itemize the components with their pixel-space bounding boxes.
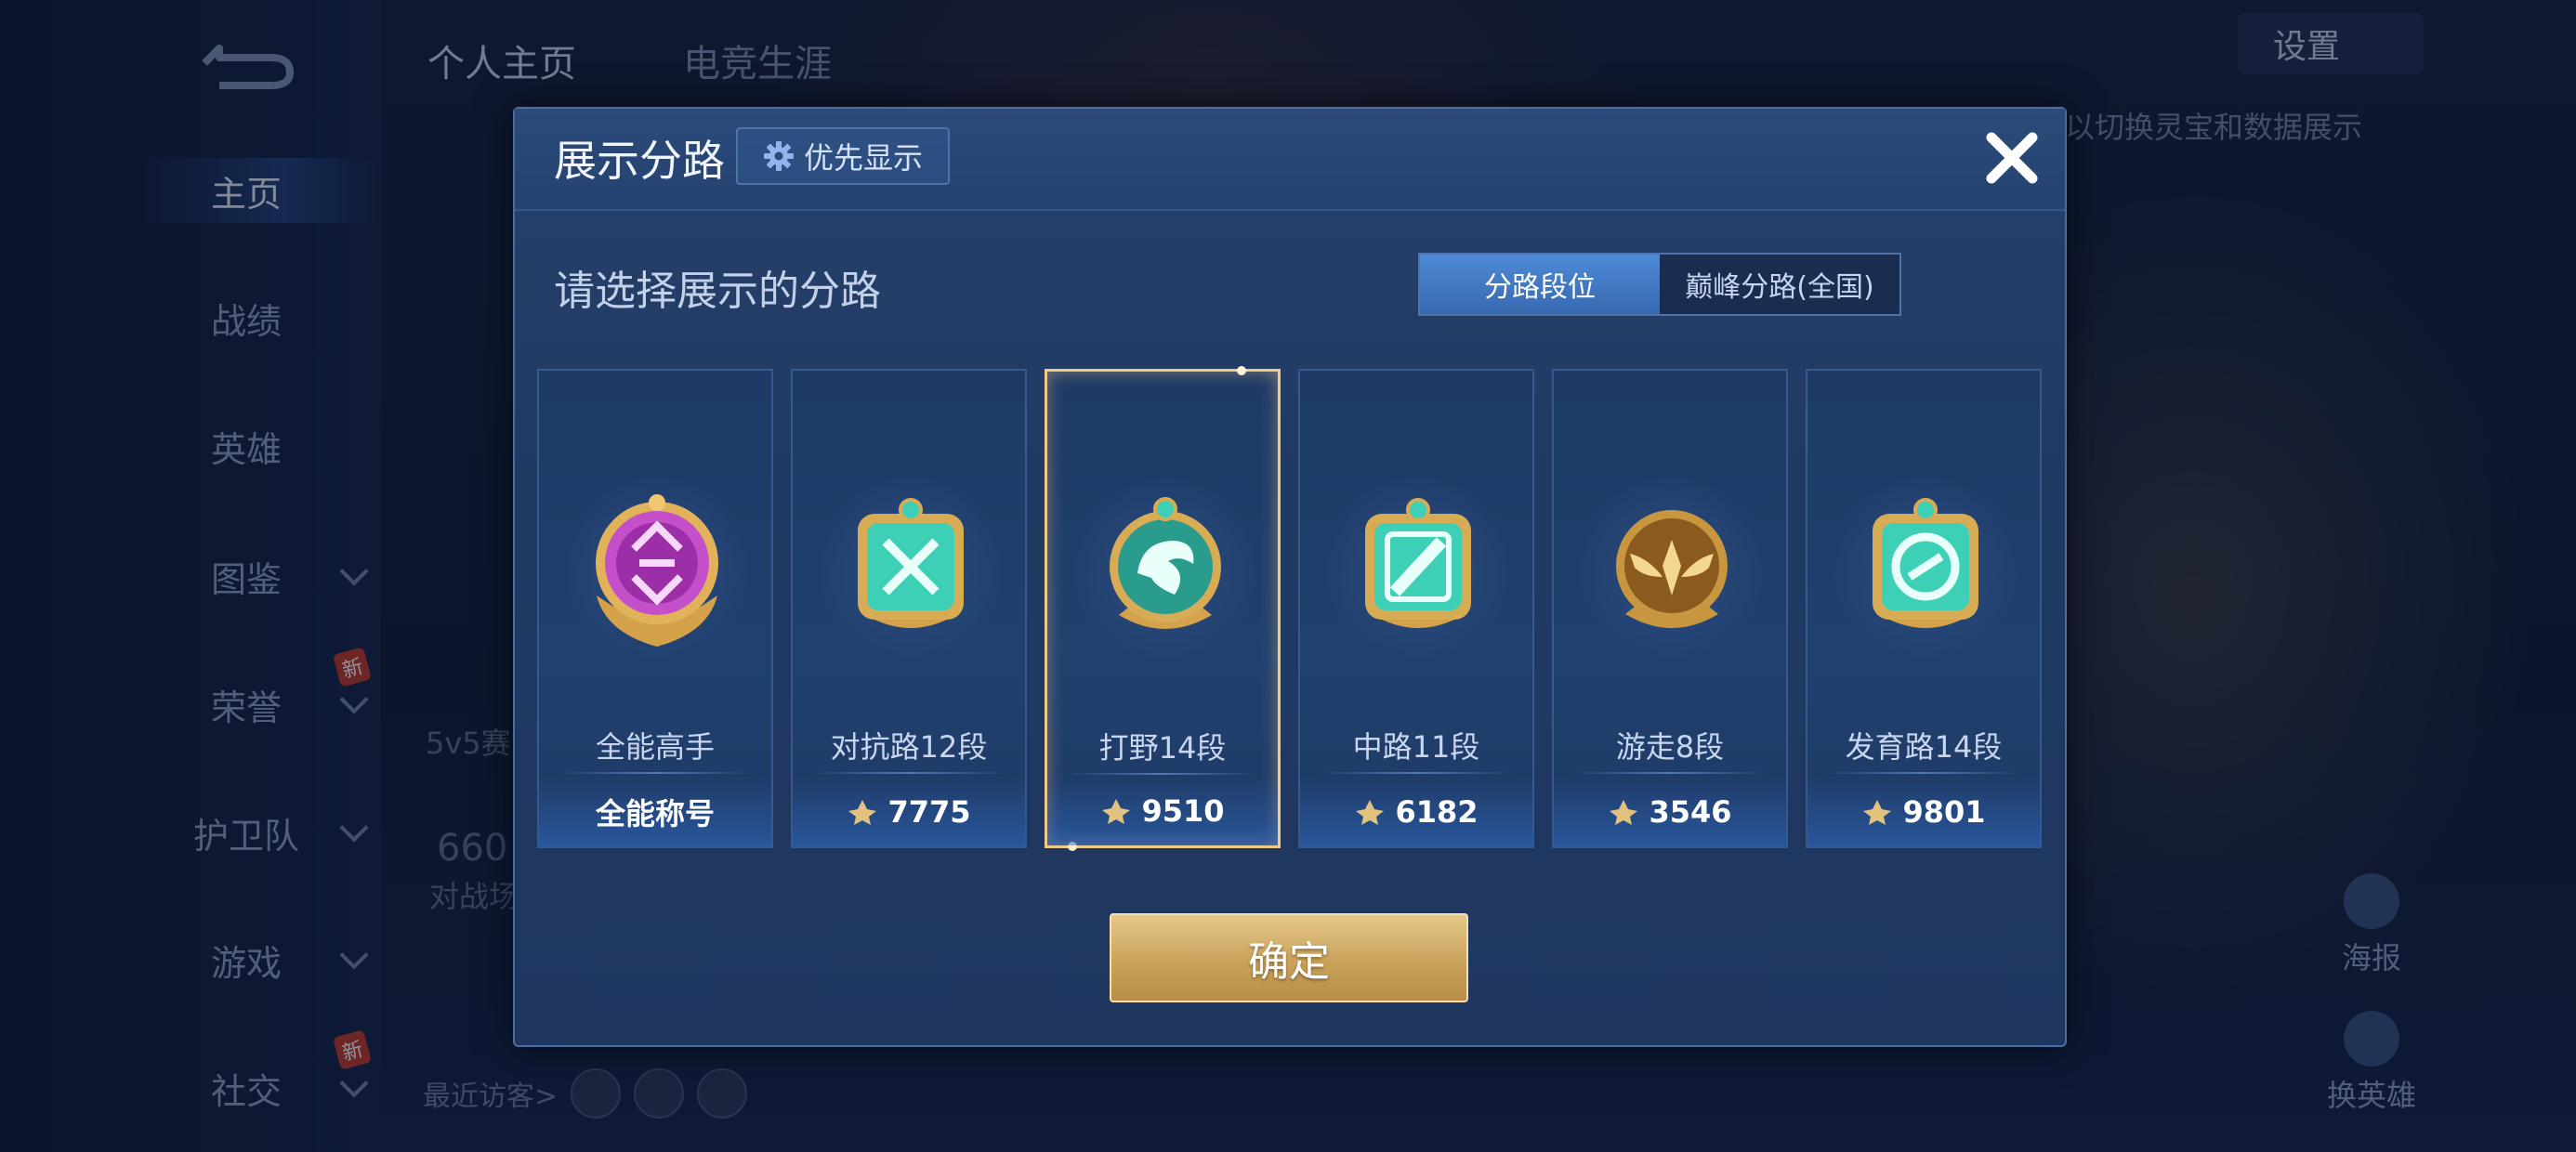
lane-card-list: 全能高手 全能称号 对抗路12段 7775 打野14段 9510 中路11段 6… xyxy=(537,366,2043,852)
lane-card-all-round[interactable]: 全能高手 全能称号 xyxy=(537,369,773,848)
priority-display-button[interactable]: 优先显示 xyxy=(736,127,950,185)
display-mode-tabs: 分路段位 巅峰分路(全国) xyxy=(1418,253,1901,316)
lane-card-value: 3546 xyxy=(1649,794,1732,830)
roam-badge-icon xyxy=(1579,475,1765,661)
lane-card-clash[interactable]: 对抗路12段 7775 xyxy=(791,369,1027,848)
mid-lane-badge-icon xyxy=(1325,475,1511,661)
farm-lane-badge-icon xyxy=(1833,475,2018,661)
lane-card-roam[interactable]: 游走8段 3546 xyxy=(1552,369,1788,848)
lane-card-jungle[interactable]: 打野14段 9510 xyxy=(1045,366,1281,851)
divider xyxy=(1066,773,1259,775)
jungle-badge-icon xyxy=(1072,476,1258,661)
divider xyxy=(1826,772,2021,774)
close-icon xyxy=(1986,132,2038,184)
points-icon xyxy=(848,800,877,825)
lane-card-footer: 全能称号 xyxy=(539,778,771,846)
close-button[interactable] xyxy=(1976,122,2048,194)
lane-card-name: 对抗路12段 xyxy=(830,729,988,765)
dialog-header: 展示分路 优先显示 xyxy=(515,109,2065,211)
points-icon xyxy=(1102,799,1131,824)
lane-card-footer: 7775 xyxy=(793,778,1025,846)
divider xyxy=(1572,772,1768,774)
lane-card-name: 中路11段 xyxy=(1352,729,1480,765)
lane-card-value: 9510 xyxy=(1141,793,1225,829)
clash-lane-badge-icon xyxy=(818,475,1004,661)
lane-card-name: 发育路14段 xyxy=(1845,729,2003,765)
lane-card-mid[interactable]: 中路11段 6182 xyxy=(1298,369,1534,848)
tab-lane-rank[interactable]: 分路段位 xyxy=(1420,255,1660,314)
all-round-badge-icon xyxy=(564,475,750,661)
tab-peak-lane-national[interactable]: 巅峰分路(全国) xyxy=(1660,255,1899,314)
points-icon xyxy=(1356,800,1385,825)
lane-card-name: 游走8段 xyxy=(1615,729,1725,765)
lane-card-farm[interactable]: 发育路14段 9801 xyxy=(1806,369,2042,848)
lane-card-footer: 9510 xyxy=(1047,777,1278,845)
points-icon xyxy=(1610,800,1638,825)
lane-card-footer: 3546 xyxy=(1554,778,1786,846)
divider xyxy=(558,772,753,774)
confirm-label: 确定 xyxy=(1248,938,1330,986)
confirm-button[interactable]: 确定 xyxy=(1110,913,1468,1002)
lane-card-footer: 9801 xyxy=(1807,778,2040,846)
lane-card-value: 9801 xyxy=(1902,794,1986,830)
points-icon xyxy=(1863,800,1892,825)
lane-display-dialog: 展示分路 优先显示 请选择展示的分路 分路段位 巅峰分路(全国) 全能高手 全能… xyxy=(513,107,2067,1047)
lane-card-value: 全能称号 xyxy=(595,796,715,831)
divider xyxy=(811,772,1006,774)
lane-card-value: 7775 xyxy=(887,794,971,830)
lane-card-name: 打野14段 xyxy=(1098,730,1227,766)
lane-card-name: 全能高手 xyxy=(595,729,715,765)
priority-display-label: 优先显示 xyxy=(803,140,923,176)
dialog-subtitle: 请选择展示的分路 xyxy=(554,268,881,315)
divider xyxy=(1319,772,1514,774)
gear-icon xyxy=(763,141,794,171)
lane-card-value: 6182 xyxy=(1395,794,1479,830)
selection-corner xyxy=(1237,366,1246,375)
dialog-title: 展示分路 xyxy=(554,136,725,186)
lane-card-footer: 6182 xyxy=(1300,778,1532,846)
